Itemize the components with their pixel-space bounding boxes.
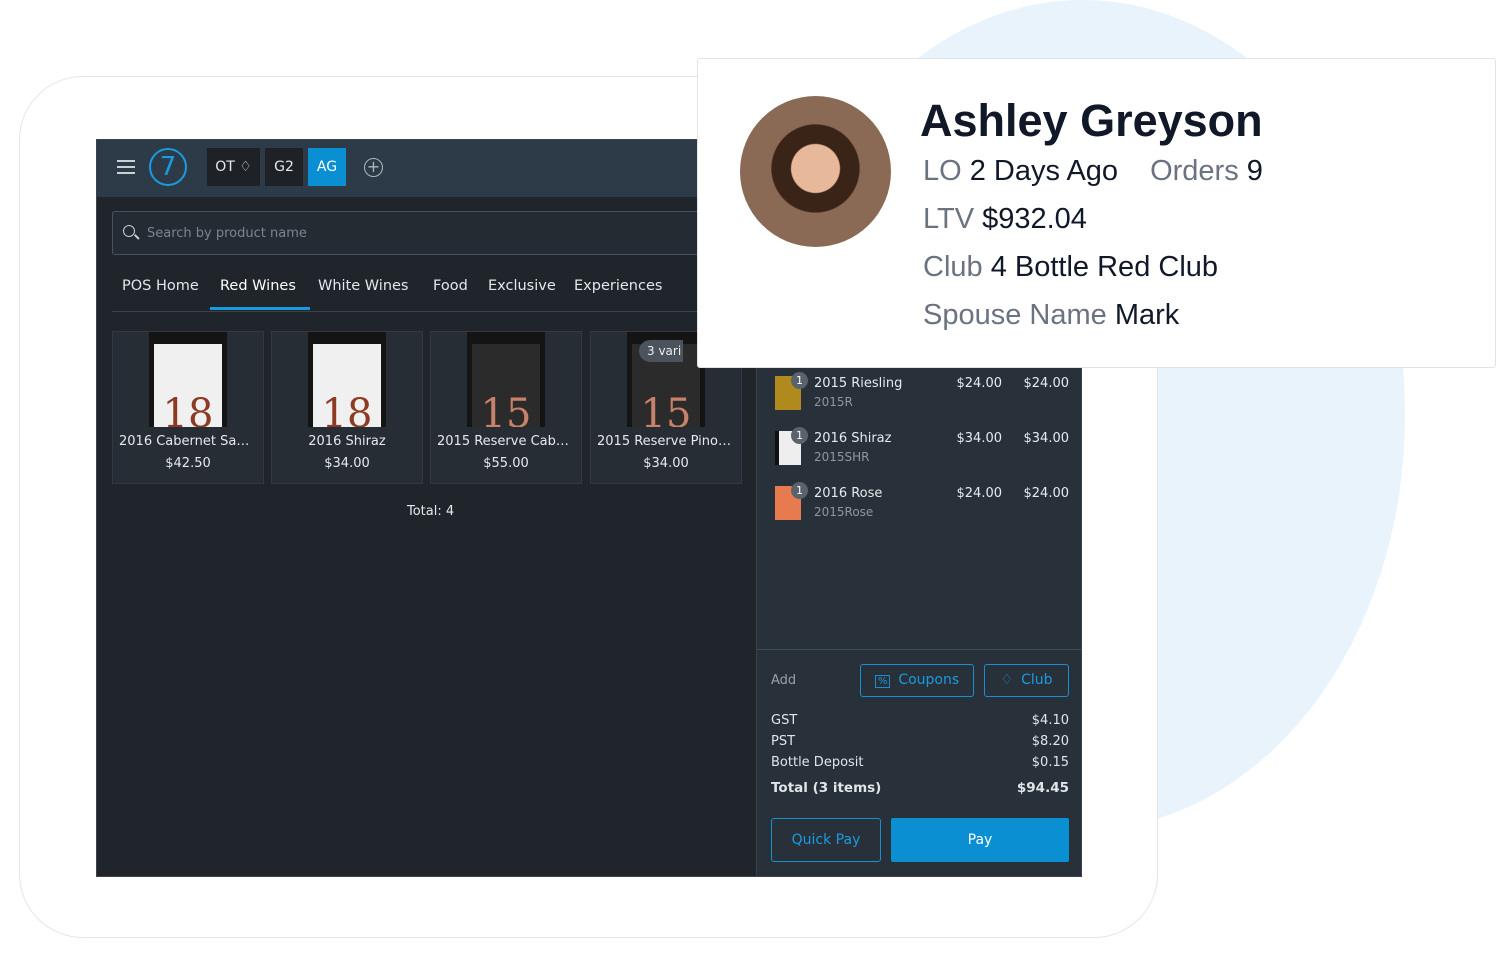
product-card[interactable]: 18 2016 Cabernet Sauv... $42.50	[112, 331, 264, 484]
customer-tab-ag[interactable]: AG	[308, 148, 346, 186]
coupons-label: Coupons	[898, 672, 960, 688]
product-price: $55.00	[483, 456, 529, 471]
product-image: 18	[149, 332, 227, 427]
customer-profile-card: Ashley Greyson LO 2 Days Ago Orders 9 LTV…	[697, 58, 1496, 368]
summary-total: Total (3 items) $94.45	[771, 780, 1069, 796]
cart-item[interactable]: 1 2015 Riesling 2015R $24.00 $24.00	[757, 368, 1081, 418]
product-price: $34.00	[643, 456, 689, 471]
customer-name: Ashley Greyson	[920, 95, 1263, 146]
cart-item-sku: 2015Rose	[814, 505, 874, 519]
hamburger-menu-icon[interactable]	[117, 160, 135, 174]
variants-badge: 3 vari	[639, 340, 684, 362]
summary-bottle-deposit: Bottle Deposit $0.15	[771, 755, 1069, 770]
cart-item-price: $34.00	[956, 431, 1003, 446]
product-image: 18	[308, 332, 386, 427]
customer-avatar	[740, 96, 891, 247]
divider	[757, 649, 1081, 650]
cart-item-name: 2015 Riesling	[814, 376, 903, 391]
tab-label: OT	[215, 159, 235, 175]
add-label: Add	[771, 673, 797, 688]
ltv-line: LTV $932.04	[923, 203, 1087, 235]
search-input[interactable]	[147, 212, 747, 254]
product-name: 2015 Reserve Caber...	[437, 434, 581, 449]
cart-item-sku: 2015R	[814, 395, 853, 409]
search-icon	[123, 225, 135, 237]
product-name: 2015 Reserve Pinot ...	[597, 434, 740, 449]
customer-tab-ot[interactable]: OT ♢	[207, 148, 260, 186]
product-price: $42.50	[165, 456, 211, 471]
cart-item-price: $24.00	[956, 376, 1003, 391]
cart-item-name: 2016 Shiraz	[814, 431, 892, 446]
tab-white-wines[interactable]: White Wines	[318, 278, 408, 294]
active-tab-indicator	[210, 307, 310, 310]
cart-item[interactable]: 1 2016 Rose 2015Rose $24.00 $24.00	[757, 478, 1081, 528]
club-label: Club	[1021, 672, 1053, 688]
percent-icon: %	[874, 675, 891, 688]
product-total: Total: 4	[407, 504, 455, 519]
quantity-badge: 1	[791, 427, 808, 444]
product-name: 2016 Shiraz	[308, 434, 386, 449]
cart-panel: 1 2015 Riesling 2015R $24.00 $24.00 1 20…	[756, 368, 1081, 876]
quick-pay-button[interactable]: Quick Pay	[771, 818, 881, 862]
product-name: 2016 Cabernet Sauv...	[119, 434, 263, 449]
coupons-button[interactable]: % Coupons	[860, 664, 974, 697]
diamond-icon: ♢	[239, 159, 252, 175]
spouse-line: Spouse Name Mark	[923, 299, 1180, 331]
product-card[interactable]: 15 2015 Reserve Caber... $55.00	[430, 331, 582, 484]
cart-item-total: $24.00	[1023, 486, 1070, 501]
cart-item-price: $24.00	[956, 486, 1003, 501]
cart-item[interactable]: 1 2016 Shiraz 2015SHR $34.00 $34.00	[757, 423, 1081, 473]
cart-item-total: $24.00	[1023, 376, 1070, 391]
customer-tab-g2[interactable]: G2	[265, 148, 303, 186]
quantity-badge: 1	[791, 372, 808, 389]
tab-pos-home[interactable]: POS Home	[122, 278, 199, 294]
product-card[interactable]: 18 2016 Shiraz $34.00	[271, 331, 423, 484]
club-line: Club 4 Bottle Red Club	[923, 251, 1219, 283]
summary-gst: GST $4.10	[771, 713, 1069, 728]
add-tab-plus-icon[interactable]: +	[364, 158, 383, 177]
diamond-icon: ♢	[1000, 672, 1014, 688]
quantity-badge: 1	[791, 482, 808, 499]
cart-item-total: $34.00	[1023, 431, 1070, 446]
summary-pst: PST $8.20	[771, 734, 1069, 749]
tab-red-wines[interactable]: Red Wines	[220, 278, 296, 294]
last-order-line: LO 2 Days Ago Orders 9	[923, 155, 1263, 187]
pay-button[interactable]: Pay	[891, 818, 1069, 862]
tab-experiences[interactable]: Experiences	[574, 278, 662, 294]
cart-item-name: 2016 Rose	[814, 486, 883, 501]
tab-exclusive[interactable]: Exclusive	[488, 278, 556, 294]
logo: 7	[149, 148, 187, 186]
product-image: 15	[467, 332, 545, 427]
cart-item-sku: 2015SHR	[814, 450, 870, 464]
product-price: $34.00	[324, 456, 370, 471]
club-button[interactable]: ♢ Club	[984, 664, 1069, 697]
tab-food[interactable]: Food	[433, 278, 468, 294]
